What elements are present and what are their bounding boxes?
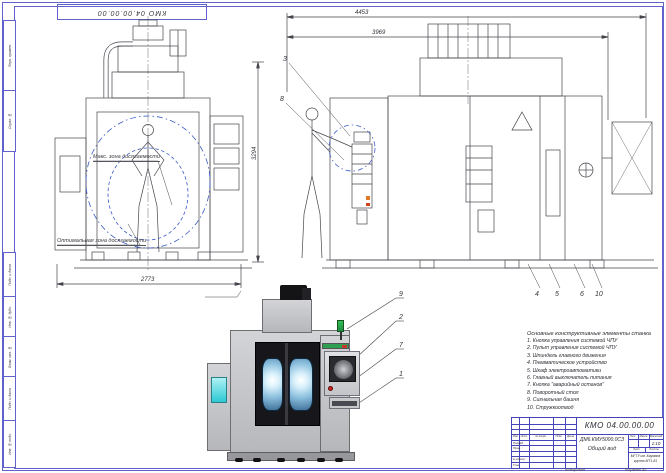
dimension-overall xyxy=(287,13,646,118)
render-door-window-right xyxy=(289,358,313,411)
tb-doc-title: Общий вид xyxy=(576,446,628,452)
control-panel xyxy=(324,351,360,396)
render-brand-strip xyxy=(322,343,349,349)
format-label: Формат A1 xyxy=(625,467,647,472)
tb-org-line1: МГТУ им. Баумана xyxy=(628,454,663,458)
tb-line xyxy=(512,424,576,425)
signal-tower-lamp xyxy=(337,320,344,332)
callout-5: 5 xyxy=(555,291,559,298)
component-item: 4. Пневматическое устройство xyxy=(527,360,663,367)
component-item: 2. Пульт управления системой ЧПУ xyxy=(527,345,663,352)
tb-designation: КМО 04.00.00.00 xyxy=(576,421,663,430)
emergency-stop-button xyxy=(328,386,333,391)
keyboard-keys xyxy=(332,401,357,406)
front-view xyxy=(55,16,264,288)
tb-line xyxy=(628,452,663,453)
machine-3d-render xyxy=(205,285,377,462)
render-side-window xyxy=(211,377,227,403)
component-item: 8. Поворотный стол xyxy=(527,390,663,397)
optimal-reach-label: Оптимальная зона досягаемости xyxy=(57,238,146,246)
tb-line xyxy=(512,445,576,446)
components-title: Основные конструктивные элементы станка xyxy=(527,331,663,337)
callout-10: 10 xyxy=(595,291,603,298)
dim-inner-width-text: 3969 xyxy=(372,30,386,36)
tb-scale-value: 1:10 xyxy=(649,441,663,446)
tb-org-line2: группа МТ1-81 xyxy=(628,459,663,463)
callout-9: 9 xyxy=(399,291,403,298)
render-door-window-left xyxy=(262,358,283,411)
dim-height-text: 3294 xyxy=(252,146,258,160)
tb-doc-code: ДМ6.КМУ5000.0СЗ xyxy=(576,437,628,443)
control-panel-screen xyxy=(329,356,356,382)
tb-lit-label: Лит. xyxy=(628,435,638,438)
tb-row-approved: Утв. xyxy=(513,463,520,467)
component-item: 10. Стружкоотвод xyxy=(527,405,663,412)
keyboard-shelf xyxy=(329,397,360,409)
screen-dial xyxy=(334,360,353,379)
spindle-detail xyxy=(352,132,372,224)
callout-1: 1 xyxy=(399,371,403,378)
render-cap-box xyxy=(302,288,311,300)
callout-6: 6 xyxy=(580,291,584,298)
component-item: 9. Сигнальная башня xyxy=(527,397,663,404)
tb-row-ncontrol: Н.контр. xyxy=(513,457,526,461)
callout-3: 3 xyxy=(283,56,287,63)
callout-4: 4 xyxy=(535,291,539,298)
callout-8: 8 xyxy=(280,96,284,103)
max-reach-label: Макс. зона досягаемости xyxy=(93,154,160,162)
tb-sheets-label: Листов xyxy=(645,448,663,451)
render-brand-red xyxy=(342,345,347,348)
tb-row-developed: Разраб. xyxy=(513,441,524,445)
render-foot xyxy=(335,458,343,462)
dimension-inner xyxy=(287,32,608,120)
drawing-sheet: Перв. примен. Справ. № Подп. и дата Инв.… xyxy=(0,0,666,473)
render-top-column xyxy=(262,299,312,333)
tb-line xyxy=(565,418,566,468)
callout-2: 2 xyxy=(398,314,403,321)
tb-line xyxy=(529,418,530,468)
tb-scale-label: Масштаб xyxy=(649,435,663,438)
side-view xyxy=(286,13,658,288)
tb-col-podp: Подп. xyxy=(553,435,565,438)
component-item: 7. Кнопка "аварийный останов" xyxy=(527,382,663,389)
render-doors xyxy=(255,342,320,426)
components-list: Основные конструктивные элементы станка … xyxy=(527,331,663,412)
tb-line xyxy=(512,451,576,452)
component-item: 5. Шкаф электроавтоматики xyxy=(527,368,663,375)
render-foot xyxy=(297,458,305,462)
tb-col-docnum: № докум. xyxy=(529,435,553,438)
dim-overall-width-text: 4453 xyxy=(355,10,369,16)
tb-col-list: Лист xyxy=(519,435,529,438)
tb-sheet-label: Лист xyxy=(628,448,645,451)
title-block: КМО 04.00.00.00 Изм. Лист № докум. Подп.… xyxy=(511,417,664,469)
render-door-split xyxy=(285,343,288,425)
tb-line xyxy=(512,462,576,463)
tb-col-izm: Изм. xyxy=(512,435,519,438)
dimension-height xyxy=(252,62,264,262)
tb-line xyxy=(512,429,576,430)
render-foot xyxy=(235,458,243,462)
tb-mass-label: Масса xyxy=(638,435,649,438)
render-foot xyxy=(317,458,325,462)
dim-front-width-text: 2773 xyxy=(140,277,155,283)
operator-side xyxy=(302,108,352,258)
tb-row-checked: Пров. xyxy=(513,446,521,450)
tb-line xyxy=(553,418,554,468)
render-foot xyxy=(253,458,261,462)
copied-label: Копировал xyxy=(565,467,585,472)
tb-col-data: Дата xyxy=(565,435,576,438)
callout-7: 7 xyxy=(399,342,404,349)
render-foot xyxy=(277,458,285,462)
